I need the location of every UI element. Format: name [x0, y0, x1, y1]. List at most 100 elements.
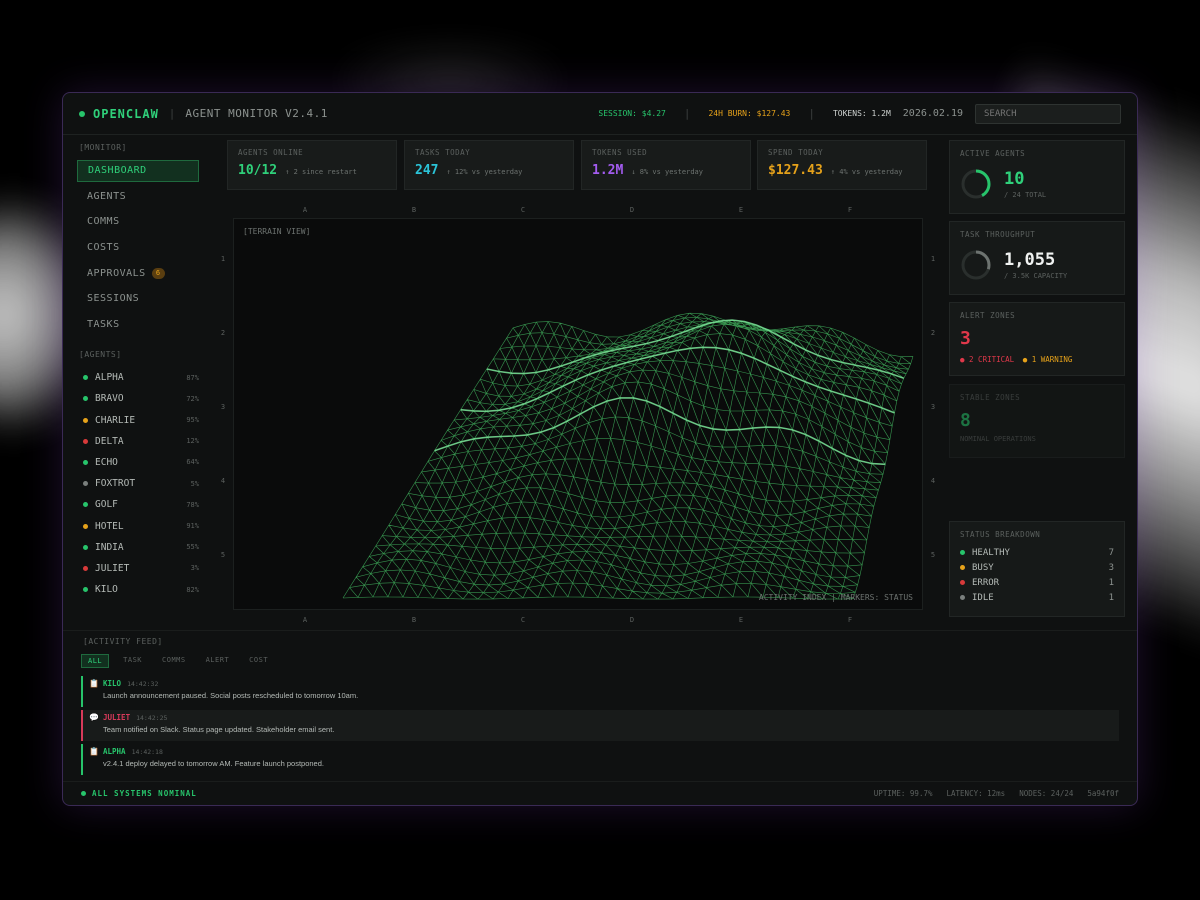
stat-row: 10/12 ↑ 2 since restart [238, 163, 386, 178]
terrain-panel[interactable]: A A B B C C D D E E F F 1 1 2 2 3 3 4 4 5 5 [TERRAIN VIEW] AC… [213, 198, 943, 628]
build-hash: 5a94f0f [1087, 789, 1119, 798]
stat-row: $127.43 ↑ 4% vs yesterday [768, 163, 916, 178]
stat-card-tasks-today: TASKS TODAY 247 ↑ 12% vs yesterday [404, 140, 574, 190]
agent-load: 72% [186, 394, 199, 403]
status-count: 7 [1108, 547, 1114, 558]
active-agents-label: ACTIVE AGENTS [960, 149, 1026, 158]
system-status: ALL SYSTEMS NOMINAL [92, 789, 197, 798]
row-label-right: 3 [931, 403, 935, 411]
feed-message: Launch announcement paused. Social posts… [103, 691, 359, 700]
status-name: BUSY [972, 562, 994, 573]
agent-item-hotel[interactable]: HOTEL 91% [77, 515, 199, 536]
nav-item-dashboard[interactable]: DASHBOARD [77, 160, 199, 182]
alert-zones-label: ALERT ZONES [960, 311, 1016, 320]
active-agents-panel: ACTIVE AGENTS 10 / 24 TOTAL [949, 140, 1125, 214]
agent-name: BRAVO [95, 393, 124, 405]
feed-agent[interactable]: ALPHA [103, 747, 126, 756]
col-label-top: B [412, 206, 416, 214]
terrain-ridge-line [434, 397, 886, 466]
feed-body: JULIET 14:42:25 Team notified on Slack. St… [103, 713, 1113, 738]
alert-zones-value: 3 [960, 328, 971, 349]
agent-item-kilo[interactable]: KILO 82% [77, 579, 199, 600]
monitor-section-label: [MONITOR] [79, 143, 127, 152]
feed-timestamp: 14:42:18 [131, 748, 163, 756]
filter-alert[interactable]: ALERT [200, 654, 236, 668]
agent-item-golf[interactable]: GOLF 78% [77, 494, 199, 515]
stat-value: 10/12 [238, 163, 278, 178]
filter-task[interactable]: TASK [117, 654, 148, 668]
filter-all[interactable]: ALL [81, 654, 110, 668]
throughput-value: 1,055 [1004, 250, 1056, 270]
activity-feed-label: [ACTIVITY FEED] [83, 637, 163, 646]
stat-label: TOKENS USED [592, 148, 648, 157]
nav-item-tasks[interactable]: TASKS [77, 314, 199, 336]
agent-item-juliet[interactable]: JULIET 3% [77, 558, 199, 579]
status-name: ERROR [972, 577, 1000, 588]
filter-comms[interactable]: COMMS [156, 654, 192, 668]
feed-agent[interactable]: JULIET [103, 713, 130, 722]
status-name: IDLE [972, 592, 994, 603]
stat-value: 247 [415, 163, 439, 178]
logo-dot-icon [79, 110, 85, 117]
search-input[interactable] [975, 103, 1121, 124]
alert-zones-panel[interactable]: ALERT ZONES 3 ● 2 CRITICAL ● 1 WARNING [949, 302, 1125, 376]
nav-item-costs[interactable]: COSTS [77, 237, 199, 259]
throughput-label: TASK THROUGHPUT [960, 230, 1036, 239]
nav-item-approvals[interactable]: APPROVALS 6 [77, 263, 199, 285]
feed-timestamp: 14:42:25 [136, 714, 168, 722]
app-window: OPENCLAW | AGENT MONITOR V2.4.1 SESSION:… [62, 92, 1138, 806]
nav-item-label: COMMS [87, 216, 120, 228]
agent-item-alpha[interactable]: ALPHA 87% [77, 367, 199, 388]
feed-body: KILO 14:42:32 Launch announcement paused. … [103, 679, 1113, 704]
stable-zones-label: STABLE ZONES [960, 393, 1021, 402]
status-count: 1 [1108, 577, 1114, 588]
row-label-left: 3 [221, 403, 225, 411]
terrain-caption: ACTIVITY INDEX | MARKERS: STATUS [758, 593, 913, 602]
status-count: 3 [1108, 562, 1114, 573]
feed-item[interactable]: 📋 KILO 14:42:32 Launch announcement paused.… [81, 676, 1119, 707]
filter-cost[interactable]: COST [243, 654, 274, 668]
terrain-mesh[interactable]: A A B B C C D D E E F F 1 1 2 2 3 3 4 4 5 5 [213, 198, 943, 628]
current-date: 2026.02.19 [902, 108, 963, 119]
agent-item-charlie[interactable]: CHARLIE 95% [77, 410, 199, 431]
terrain-title: [TERRAIN VIEW] [243, 227, 311, 236]
status-dot-icon [83, 544, 88, 550]
agent-item-india[interactable]: INDIA 55% [77, 537, 199, 558]
session-cost: SESSION: $4.27 [598, 109, 666, 118]
brand-logo[interactable]: OPENCLAW [93, 107, 159, 121]
agent-load: 55% [186, 543, 199, 552]
feed-list[interactable]: 📋 KILO 14:42:32 Launch announcement paused.… [81, 676, 1119, 775]
header-separator: | [808, 107, 815, 120]
feed-item[interactable]: 📋 ALPHA 14:42:18 v2.4.1 deploy delayed to t… [81, 744, 1119, 775]
status-dot-icon [960, 550, 965, 555]
row-label-left: 2 [221, 329, 225, 337]
stable-zones-value: 8 [960, 410, 971, 431]
throughput-capacity: / 3.5K CAPACITY [1004, 272, 1068, 280]
stat-label: TASKS TODAY [415, 148, 471, 157]
agent-item-bravo[interactable]: BRAVO 72% [77, 388, 199, 409]
top-bar: OPENCLAW | AGENT MONITOR V2.4.1 SESSION:… [63, 93, 1137, 135]
feed-meta: JULIET 14:42:25 [103, 713, 1113, 722]
agent-item-foxtrot[interactable]: FOXTROT 5% [77, 473, 199, 494]
nav-item-label: COSTS [87, 242, 120, 254]
status-breakdown-label: STATUS BREAKDOWN [960, 530, 1041, 539]
feed-item[interactable]: 💬 JULIET 14:42:25 Team notified on Slack. S… [81, 710, 1119, 741]
agents-section-label: [AGENTS] [79, 350, 122, 360]
agent-name: JULIET [95, 562, 130, 574]
terrain-wireframe [342, 312, 914, 600]
nav-item-comms[interactable]: COMMS [77, 211, 199, 233]
feed-agent[interactable]: KILO [103, 679, 121, 688]
agent-item-delta[interactable]: DELTA 12% [77, 431, 199, 452]
nav-item-sessions[interactable]: SESSIONS [77, 288, 199, 310]
clipboard-icon: 📋 [89, 747, 99, 756]
nav-item-agents[interactable]: AGENTS [77, 186, 199, 208]
agent-load: 82% [186, 585, 199, 594]
row-label-left: 4 [221, 477, 225, 485]
feed-meta: KILO 14:42:32 [103, 679, 1113, 688]
agent-load: 3% [190, 564, 199, 573]
stable-zones-panel[interactable]: STABLE ZONES 8 NOMINAL OPERATIONS [949, 384, 1125, 458]
stable-zones-sub: NOMINAL OPERATIONS [960, 435, 1036, 443]
agent-item-echo[interactable]: ECHO 64% [77, 452, 199, 473]
nav-item-label: TASKS [87, 319, 120, 331]
agent-name: HOTEL [95, 520, 124, 532]
